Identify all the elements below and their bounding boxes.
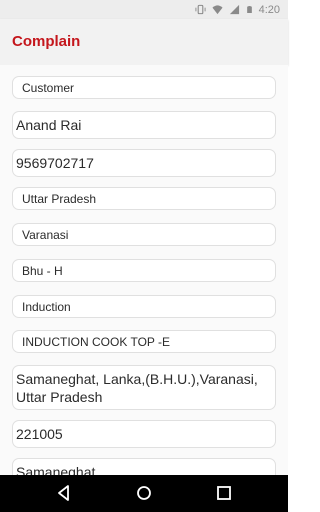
- wifi-icon: [212, 5, 223, 15]
- recents-icon[interactable]: [215, 484, 233, 502]
- field-value: Varanasi: [22, 227, 69, 242]
- field-value: Samaneghat: [16, 464, 96, 475]
- area-field[interactable]: Bhu - H: [12, 259, 276, 282]
- home-icon[interactable]: [135, 484, 153, 502]
- pincode-field[interactable]: 221005: [12, 420, 276, 448]
- vibrate-icon: [195, 4, 206, 15]
- field-value: Induction: [22, 299, 71, 314]
- customer-type-field[interactable]: Customer: [12, 76, 276, 99]
- field-value: Samaneghat, Lanka,(B.H.U.),Varanasi, Utt…: [16, 370, 258, 405]
- battery-icon: [246, 6, 252, 13]
- field-value: Anand Rai: [16, 117, 82, 133]
- status-bar: 4:20: [0, 0, 288, 19]
- address-field[interactable]: Samaneghat, Lanka,(B.H.U.),Varanasi, Utt…: [12, 365, 276, 410]
- field-value: 9569702717: [16, 155, 94, 171]
- district-field[interactable]: Varanasi: [12, 223, 276, 246]
- field-value: 221005: [16, 426, 63, 442]
- field-value: Customer: [22, 80, 75, 95]
- state-field[interactable]: Uttar Pradesh: [12, 187, 276, 210]
- field-value: Uttar Pradesh: [22, 191, 97, 206]
- product-category-field[interactable]: Induction: [12, 295, 276, 318]
- status-icons: 4:20: [195, 3, 280, 16]
- phone-number-field[interactable]: 9569702717: [12, 149, 276, 177]
- field-value: INDUCTION COOK TOP -E: [22, 334, 171, 349]
- signal-icon: [229, 4, 239, 15]
- navigation-bar: [0, 475, 288, 512]
- product-model-field[interactable]: INDUCTION COOK TOP -E: [12, 330, 276, 353]
- landmark-field[interactable]: Samaneghat: [12, 458, 276, 475]
- field-value: Bhu - H: [22, 263, 63, 278]
- status-time: 4:20: [258, 3, 280, 16]
- app-bar: Complain: [0, 19, 288, 65]
- back-icon[interactable]: [55, 484, 73, 502]
- customer-name-field[interactable]: Anand Rai: [12, 111, 276, 139]
- page-title: Complain: [12, 33, 81, 50]
- complain-form[interactable]: Customer Anand Rai 9569702717 Uttar Prad…: [0, 65, 288, 475]
